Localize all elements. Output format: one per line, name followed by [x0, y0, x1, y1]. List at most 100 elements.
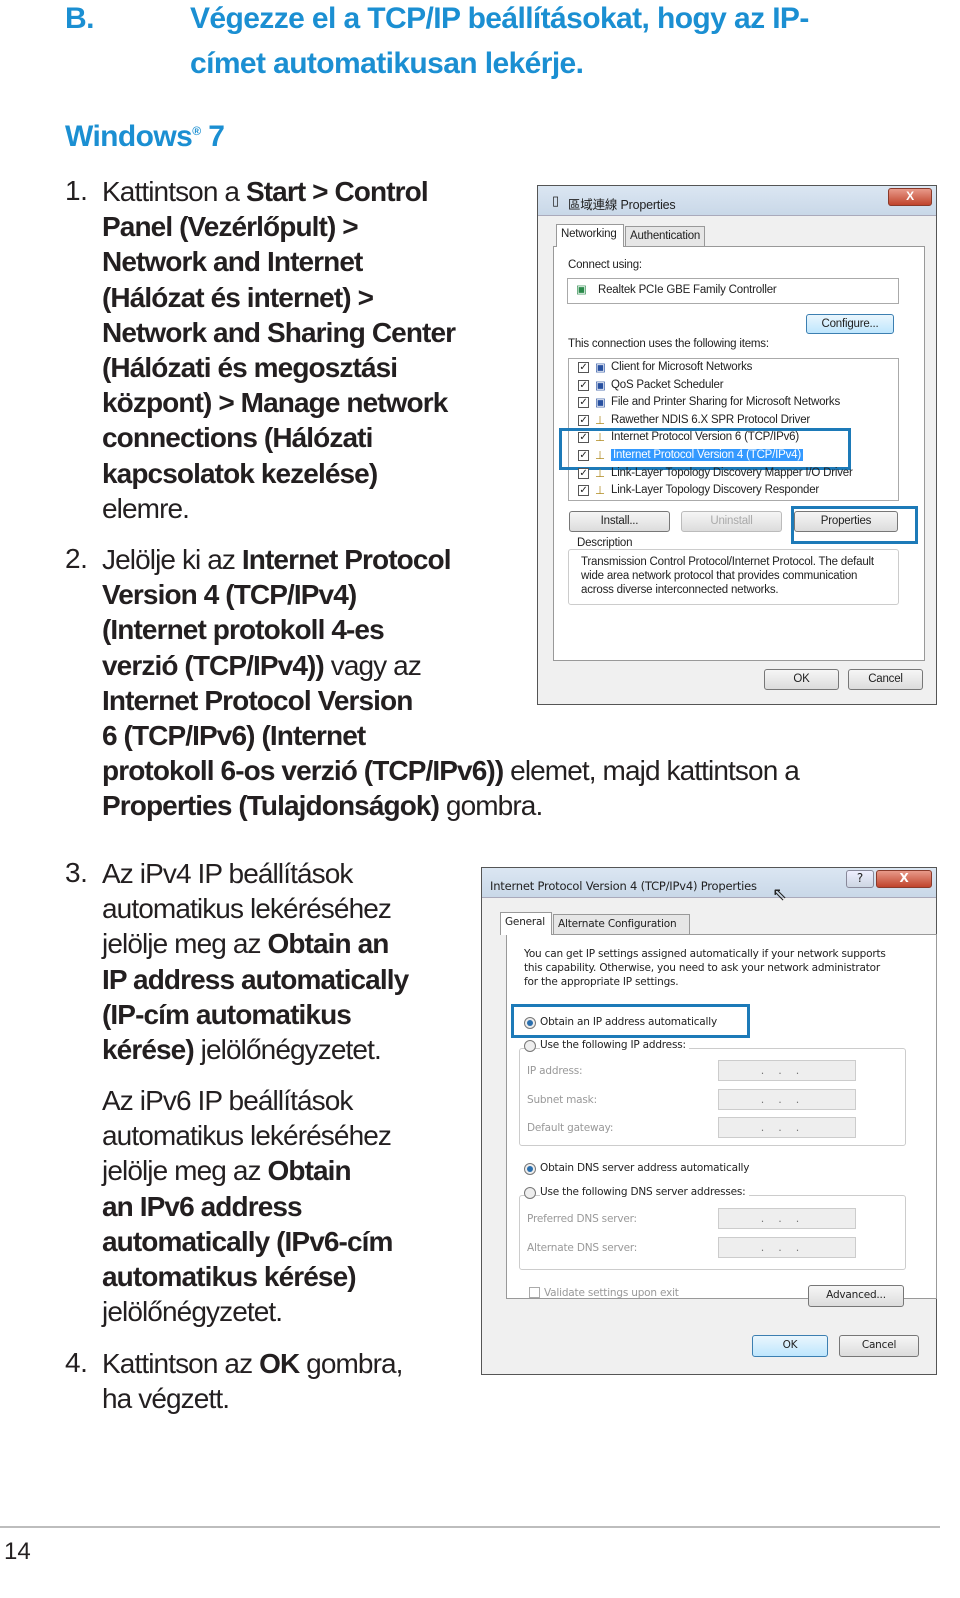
tab-networking[interactable]: Networking — [556, 224, 624, 247]
obtain-dns-label: Obtain DNS server address automatically — [540, 1162, 750, 1174]
alternate-dns-label: Alternate DNS server: — [527, 1242, 638, 1254]
text: elemet, majd kattintson a — [503, 755, 800, 787]
list-item[interactable]: Rawether NDIS 6.X SPR Protocol Driver — [611, 414, 810, 426]
step-number: 2. — [65, 543, 88, 574]
step-text-line: Internet Protocol Version — [102, 684, 413, 718]
os-heading: Windows® 7 — [65, 120, 225, 154]
dns-group — [519, 1195, 906, 1270]
description-line: across diverse interconnected networks. — [581, 584, 779, 596]
step-text-line: an IPv6 address — [102, 1190, 303, 1224]
list-item[interactable]: Client for Microsoft Networks — [611, 361, 752, 373]
section-title-1: Végezze el a TCP/IP beállításokat, hogy … — [190, 2, 809, 35]
bold-text: OK — [259, 1348, 300, 1379]
cancel-button[interactable]: Cancel — [839, 1335, 919, 1357]
step-text-line: automatikus lekéréséhez — [102, 1119, 392, 1153]
ok-button[interactable]: OK — [764, 669, 839, 690]
section-letter: B. — [65, 2, 94, 35]
item-checkbox[interactable]: ✓ — [578, 397, 589, 409]
bold-text: (Hálózat és internet) > — [102, 281, 374, 313]
bold-text: automatically (IPv6-cím — [102, 1225, 393, 1257]
bold-text: kapcsolatok kezelése) — [102, 457, 378, 489]
protocol-icon: ⊥ — [595, 414, 605, 427]
list-item[interactable]: Internet Protocol Version 6 (TCP/IPv6) — [611, 431, 799, 443]
list-item[interactable]: File and Printer Sharing for Microsoft N… — [611, 396, 840, 408]
intro-line: You can get IP settings assigned automat… — [524, 948, 886, 960]
step-text-line: automatikus kérése) — [102, 1260, 357, 1294]
use-dns-radio[interactable] — [524, 1187, 536, 1199]
use-ip-radio[interactable] — [524, 1040, 536, 1052]
item-checkbox[interactable]: ✓ — [578, 414, 589, 426]
alternate-dns-field[interactable]: ... — [718, 1237, 856, 1258]
network-client-icon: ▣ — [595, 379, 606, 392]
validate-checkbox[interactable] — [529, 1287, 540, 1298]
bold-text: Network and Sharing Center — [102, 316, 456, 348]
subnet-mask-field[interactable]: ... — [718, 1089, 856, 1110]
default-gateway-field[interactable]: ... — [718, 1117, 856, 1138]
text: elemre. — [102, 492, 190, 524]
bold-text: 6 (TCP/IPv6) (Internet — [102, 720, 366, 751]
text: Kattintson az — [102, 1348, 260, 1379]
item-checkbox[interactable]: ✓ — [578, 467, 589, 479]
step-text-line: Panel (Vezérlőpult) > — [102, 210, 359, 244]
description-line: Transmission Control Protocol/Internet P… — [581, 556, 874, 568]
text: ha végzett. — [102, 1383, 230, 1415]
item-checkbox[interactable]: ✓ — [578, 485, 589, 497]
bold-text: an IPv6 address — [102, 1190, 303, 1222]
bold-text: protokoll 6-os verzió (TCP/IPv6)) — [102, 755, 504, 787]
uninstall-button[interactable]: Uninstall — [681, 511, 782, 532]
advanced-button[interactable]: Advanced... — [808, 1285, 904, 1307]
item-checkbox[interactable]: ✓ — [578, 432, 589, 444]
mouse-cursor-icon: ⇖ — [772, 884, 787, 905]
bold-text: központ) > Manage network — [102, 387, 448, 419]
list-item[interactable]: Internet Protocol Version 4 (TCP/IPv4) — [611, 449, 803, 461]
item-checkbox[interactable]: ✓ — [578, 450, 589, 461]
ok-button[interactable]: OK — [752, 1335, 828, 1357]
section-title-2: címet automatikusan lekérje. — [190, 47, 584, 80]
close-button[interactable]: X — [876, 870, 932, 888]
os-name: Windows — [65, 120, 193, 153]
tab-authentication[interactable]: Authentication — [625, 226, 705, 247]
cancel-button[interactable]: Cancel — [848, 669, 923, 690]
close-button[interactable]: X — [888, 188, 932, 206]
step-text-line: automatikus lekéréséhez — [102, 892, 392, 926]
step-text-line: 6 (TCP/IPv6) (Internet — [102, 719, 366, 753]
step-text-line: verzió (TCP/IPv4)) vagy az — [102, 649, 422, 683]
step-text-line: (IP-cím automatikus — [102, 998, 352, 1032]
preferred-dns-label: Preferred DNS server: — [527, 1213, 637, 1225]
list-item[interactable]: QoS Packet Scheduler — [611, 379, 724, 391]
configure-button[interactable]: Configure... — [806, 314, 894, 334]
preferred-dns-field[interactable]: ... — [718, 1208, 856, 1229]
step-text-line: protokoll 6-os verzió (TCP/IPv6)) elemet… — [102, 754, 800, 788]
bold-text: Start > Control — [245, 176, 429, 207]
bold-text: Internet Protocol — [241, 544, 452, 575]
network-icon: ▯ — [552, 193, 559, 208]
list-item[interactable]: Link-Layer Topology Discovery Mapper I/O… — [611, 467, 853, 479]
install-button[interactable]: Install... — [569, 511, 670, 532]
protocol-icon: ⊥ — [595, 432, 605, 445]
step-text-line: jelölje meg az Obtain — [102, 1154, 352, 1188]
bold-text: Obtain — [267, 1155, 351, 1187]
tab-alternate-configuration[interactable]: Alternate Configuration — [553, 914, 690, 935]
local-connection-properties-dialog: ▯ 區域連線 Properties X Networking Authentic… — [537, 185, 937, 705]
step-text-line: jelölje meg az Obtain an — [102, 927, 389, 961]
ip-address-field[interactable]: ... — [718, 1060, 856, 1081]
adapter-name: Realtek PCIe GBE Family Controller — [598, 284, 777, 296]
step-text-line: jelölőnégyzetet. — [102, 1295, 283, 1329]
default-gateway-label: Default gateway: — [527, 1122, 614, 1134]
bold-text: automatikus kérése) — [102, 1261, 357, 1292]
network-client-icon: ▣ — [595, 362, 606, 374]
text: vagy az — [323, 649, 422, 681]
text: automatikus lekéréséhez — [102, 1120, 392, 1152]
use-dns-label: Use the following DNS server addresses: — [540, 1186, 749, 1198]
list-item[interactable]: Link-Layer Topology Discovery Responder — [611, 484, 819, 496]
tab-general[interactable]: General — [500, 912, 552, 935]
help-button[interactable]: ? — [846, 870, 874, 888]
dialog-title: Internet Protocol Version 4 (TCP/IPv4) P… — [490, 879, 757, 893]
obtain-dns-radio[interactable] — [524, 1163, 536, 1175]
text: gombra, — [299, 1348, 403, 1379]
item-checkbox[interactable]: ✓ — [578, 362, 589, 373]
step-text-line: (Hálózati és megosztási — [102, 351, 398, 385]
item-checkbox[interactable]: ✓ — [578, 379, 589, 391]
dialog-title: 區域連線 Properties — [568, 198, 676, 212]
bold-text: connections (Hálózati — [102, 422, 373, 454]
